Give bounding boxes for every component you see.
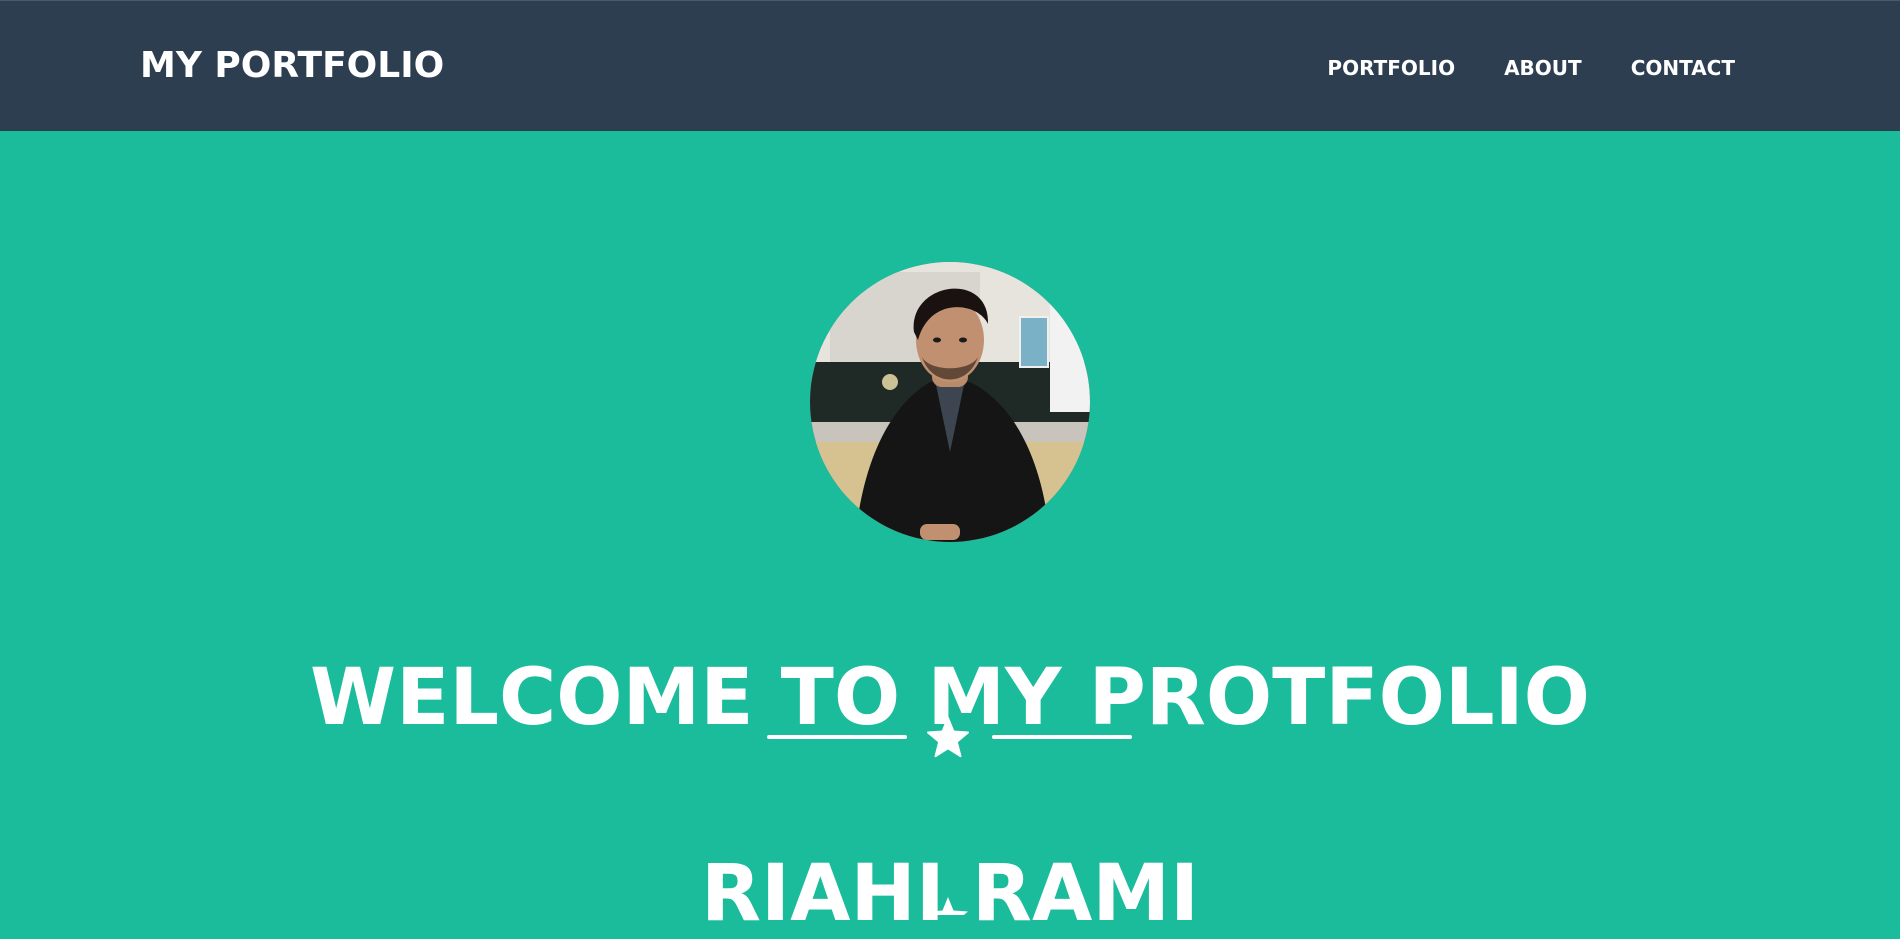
nav-links: PORTFOLIO ABOUT CONTACT [1327,54,1735,82]
divider-line-left [767,735,907,739]
owner-name: RIAHI RAMI [701,848,1199,939]
nav-link-contact[interactable]: CONTACT [1631,54,1735,82]
second-divider [925,895,971,915]
star-divider [0,714,1900,760]
star-icon [927,717,969,758]
nav-link-about[interactable]: ABOUT [1504,54,1582,82]
brand-link[interactable]: MY PORTFOLIO [140,44,444,88]
navbar: MY PORTFOLIO PORTFOLIO ABOUT CONTACT [0,0,1900,131]
nav-link-portfolio[interactable]: PORTFOLIO [1327,54,1455,82]
divider-line-right [992,735,1132,739]
masthead: WELCOME TO MY PROTFOLIO RIAHI RAMI [0,131,1900,938]
profile-avatar [810,262,1090,542]
star-icon [928,897,968,915]
profile-photo [810,262,1090,542]
